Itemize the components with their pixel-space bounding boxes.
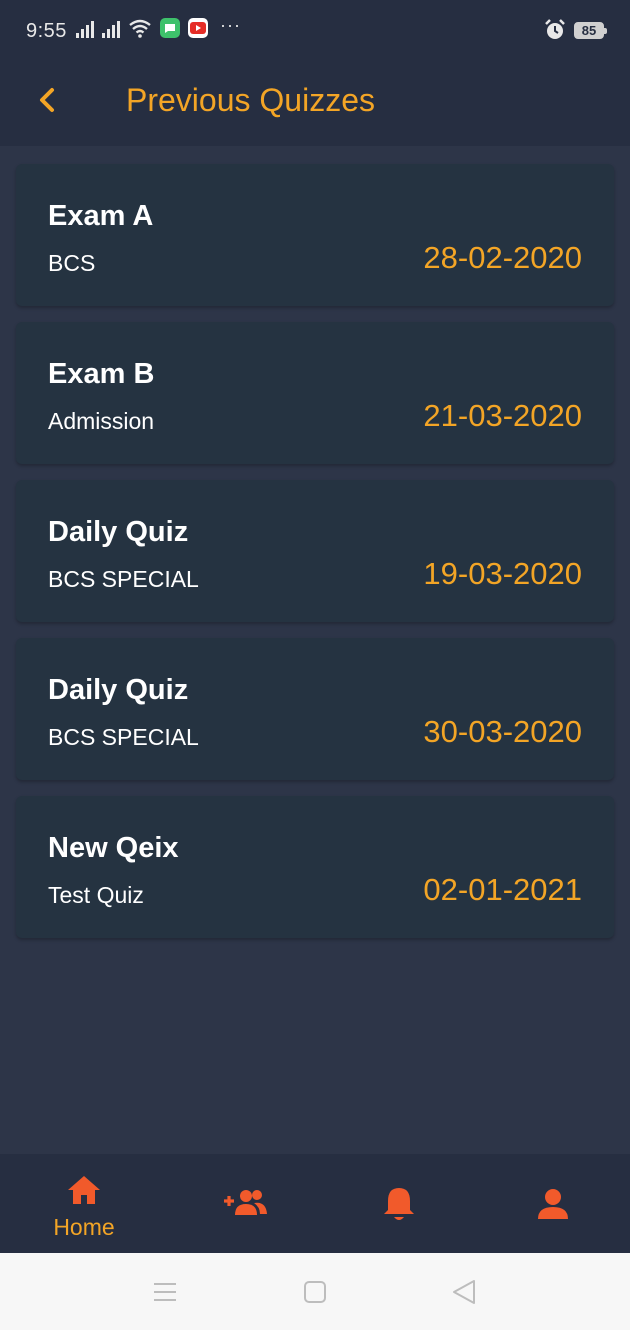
system-menu-button[interactable]	[150, 1277, 180, 1307]
status-time: 9:55	[26, 20, 67, 42]
quiz-card[interactable]: New Qeix Test Quiz 02-01-2021	[16, 796, 614, 938]
quiz-category: Admission	[48, 408, 155, 434]
app-header: Previous Quizzes	[0, 62, 630, 146]
status-icons-left: ···	[76, 14, 241, 38]
quiz-card[interactable]: Exam A BCS 28-02-2020	[16, 164, 614, 306]
add-friend-icon	[224, 1190, 267, 1215]
nav-add-friend[interactable]	[184, 1154, 304, 1253]
status-icons-right: 85	[544, 19, 607, 41]
quiz-category: BCS	[48, 250, 96, 276]
quiz-list: Exam A BCS 28-02-2020 Exam B Admission 2…	[16, 164, 614, 954]
quiz-title: Daily Quiz	[48, 674, 189, 706]
quiz-card[interactable]: Daily Quiz BCS SPECIAL 30-03-2020	[16, 638, 614, 780]
home-square-icon	[304, 1281, 326, 1303]
battery-icon: 85	[574, 21, 607, 39]
home-icon	[68, 1176, 100, 1204]
user-icon	[538, 1189, 568, 1219]
quiz-title: Exam B	[48, 358, 155, 390]
back-button[interactable]	[30, 80, 70, 120]
bell-icon	[384, 1188, 414, 1220]
system-nav	[0, 1253, 630, 1330]
more-dots-icon: ···	[220, 14, 241, 35]
quiz-title: New Qeix	[48, 832, 179, 864]
back-triangle-icon	[453, 1280, 475, 1304]
quiz-date: 28-02-2020	[423, 240, 582, 275]
system-home-button[interactable]	[300, 1277, 330, 1307]
nav-notifications[interactable]	[339, 1154, 459, 1253]
quiz-date: 19-03-2020	[423, 556, 582, 591]
menu-icon	[154, 1283, 176, 1301]
quiz-title: Exam A	[48, 200, 154, 232]
quiz-card[interactable]: Exam B Admission 21-03-2020	[16, 322, 614, 464]
page-title: Previous Quizzes	[126, 82, 375, 118]
youtube-app-icon	[188, 18, 208, 38]
status-bar: 9:55 ··· 85	[0, 0, 630, 62]
quiz-category: BCS SPECIAL	[48, 724, 199, 750]
signal-icon	[76, 18, 94, 38]
signal-icon	[102, 18, 120, 38]
quiz-date: 02-01-2021	[423, 872, 582, 907]
quiz-card[interactable]: Daily Quiz BCS SPECIAL 19-03-2020	[16, 480, 614, 622]
nav-home[interactable]: Home	[24, 1154, 144, 1253]
nav-home-label: Home	[53, 1214, 115, 1240]
message-app-icon	[160, 18, 180, 38]
quiz-category: BCS SPECIAL	[48, 566, 199, 592]
quiz-title: Daily Quiz	[48, 516, 189, 548]
nav-profile[interactable]	[493, 1154, 613, 1253]
chevron-left-icon	[40, 88, 54, 112]
quiz-category: Test Quiz	[48, 882, 144, 908]
alarm-icon	[545, 19, 565, 39]
quiz-date: 21-03-2020	[423, 398, 582, 433]
system-back-button[interactable]	[450, 1277, 480, 1307]
quiz-date: 30-03-2020	[423, 714, 582, 749]
wifi-icon	[129, 19, 151, 38]
bottom-nav: Home	[0, 1154, 630, 1253]
